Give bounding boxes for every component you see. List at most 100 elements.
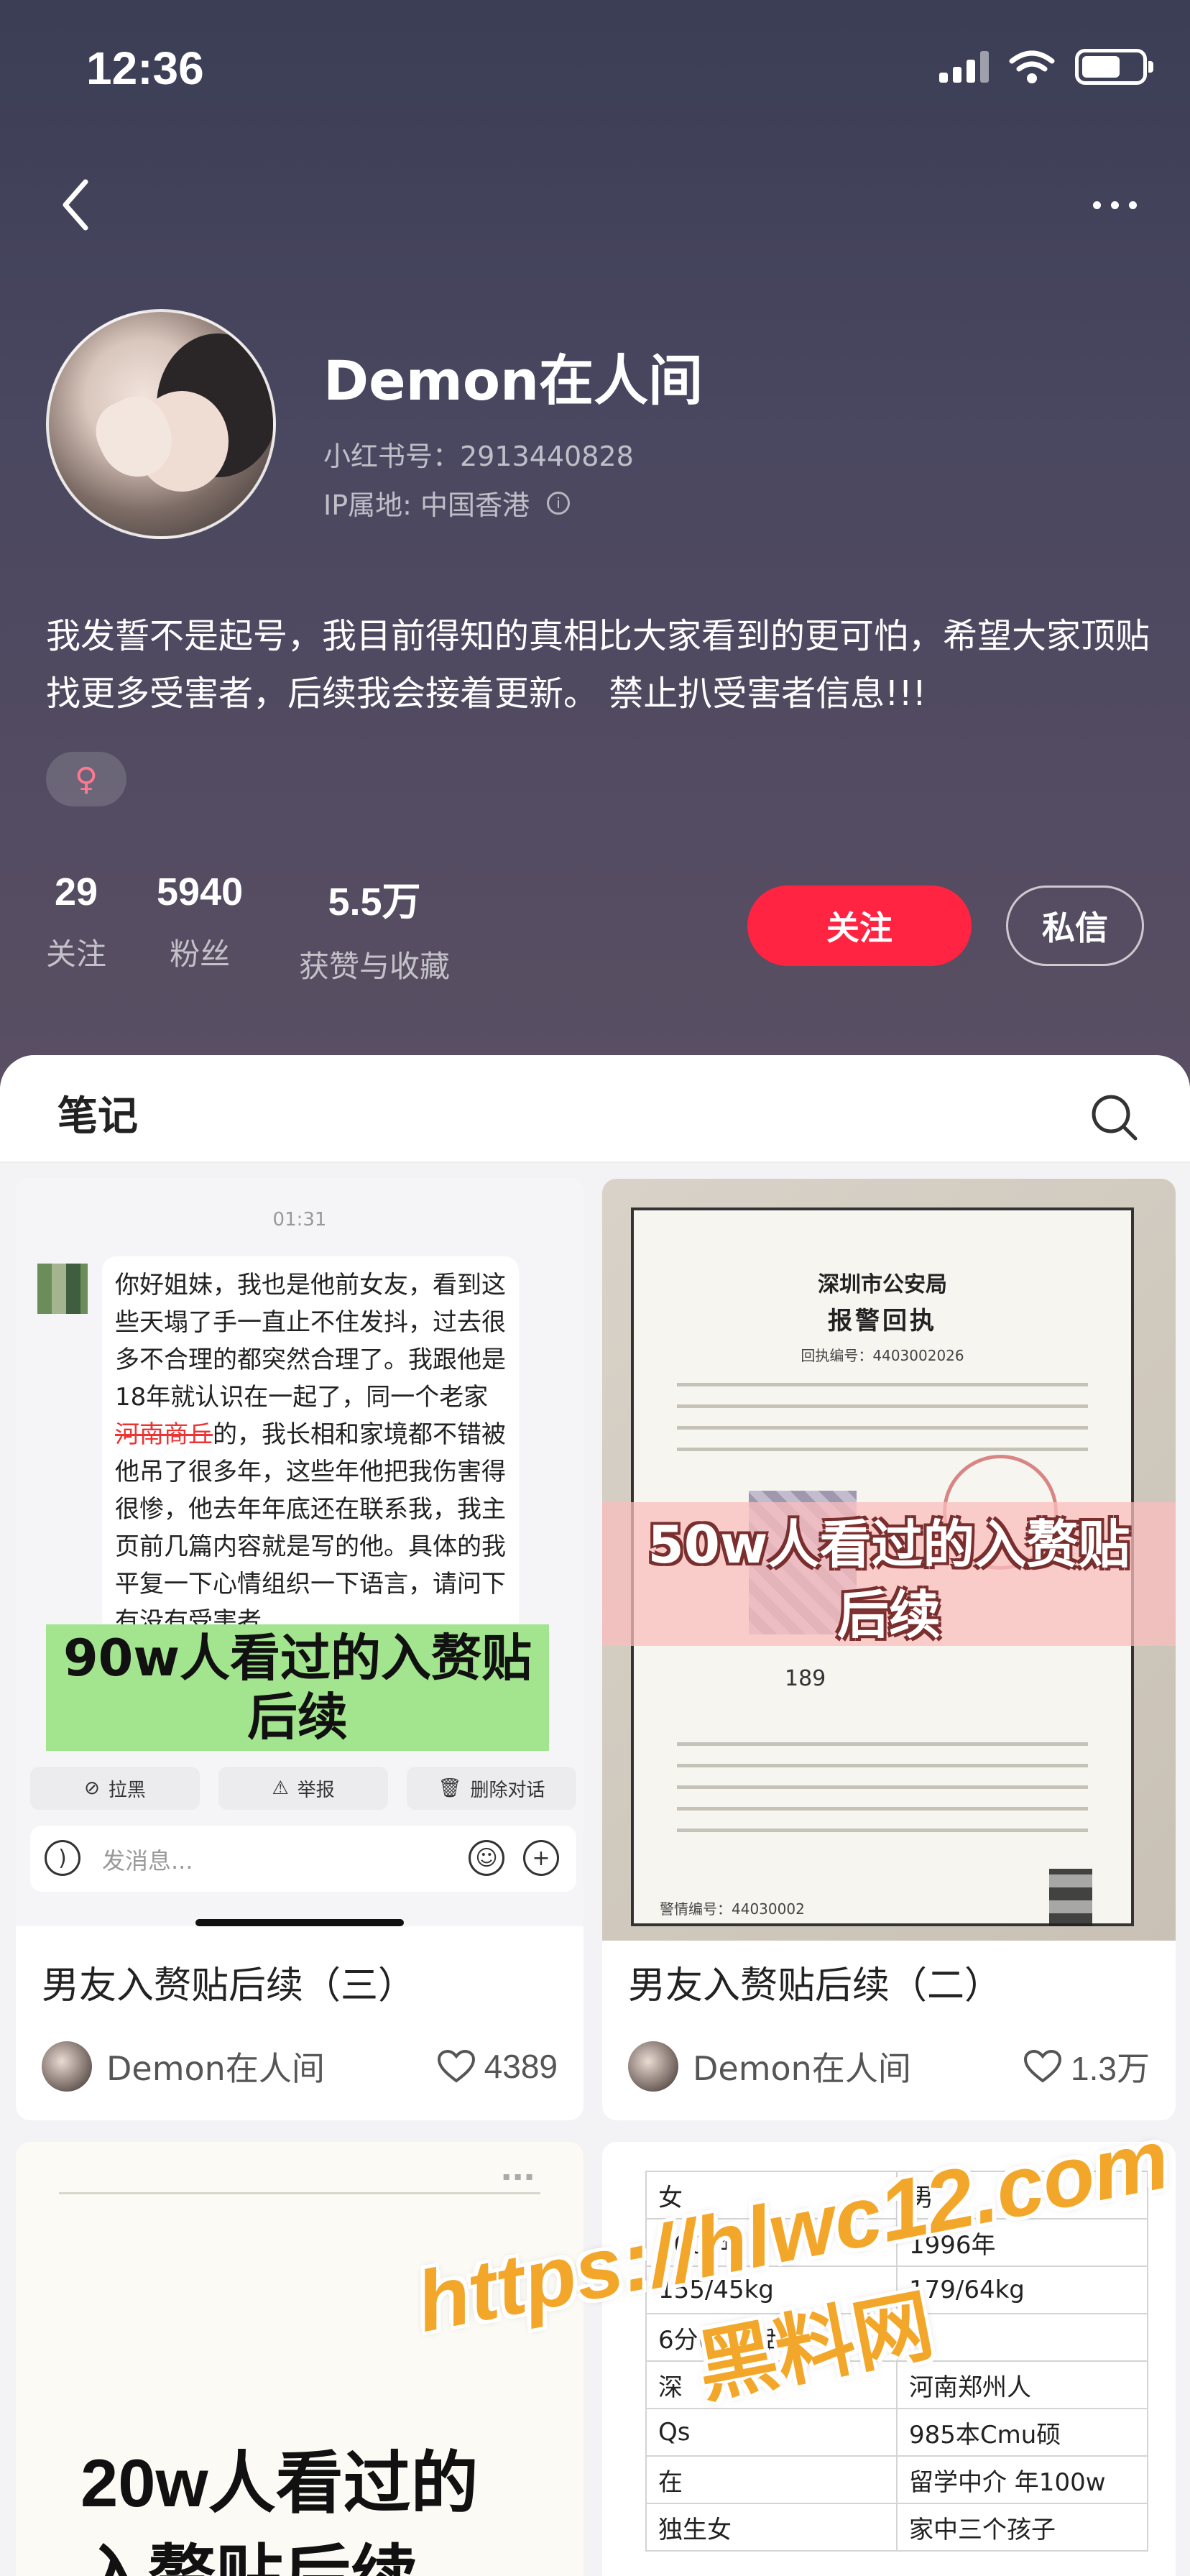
trash-icon: 🗑 [438,1777,462,1799]
stat-following-value: 29 [54,870,98,914]
emoji-icon: ☺ [469,1840,504,1876]
cover-banner-line1: 90w人看过的入赘贴 [63,1629,532,1688]
wifi-icon [1009,50,1055,83]
ip-location-text: IP属地: 中国香港 [323,489,530,521]
note-title: 男友入赘贴后续（二） [628,1964,1002,2007]
table-cell: 2002年 [645,2218,898,2267]
report-action: ⚠ 举报 [218,1767,388,1810]
search-icon[interactable] [1088,1091,1140,1143]
heart-icon [437,2049,475,2083]
mosaic-blur [1049,1869,1092,1926]
chat-time: 01:31 [272,1209,327,1230]
note-cover-image: 01:31 你好姐妹，我也是他前女友，看到这些天塌了手一直止不住发抖，过去很多不… [16,1179,584,1926]
notes-panel: 笔记 01:31 你好姐妹，我也是他前女友，看到这些天塌了手一直止不住发抖，过去… [0,1055,1190,2576]
chat-bubble: 你好姐妹，我也是他前女友，看到这些天塌了手一直止不住发抖，过去很多不合理的都突然… [102,1256,519,1650]
table-cell: 河南郑州人 [896,2360,1148,2409]
stat-followers-label: 粉丝 [170,937,231,972]
voice-icon: ) [45,1840,80,1876]
note-title: 男友入赘贴后续（三） [42,1964,416,2007]
author-avatar [628,2041,678,2092]
cover-text-line1: 20w人看过的 [80,2445,479,2521]
table-row: 女男 [645,2171,1148,2220]
note-card[interactable]: 女男 2002年 1996年 155/45kg 179/64kg 6分(小县)甜 深… [602,2142,1176,2576]
home-indicator [195,1919,404,1926]
note-cover-image: 女男 2002年 1996年 155/45kg 179/64kg 6分(小县)甜 深… [602,2142,1176,2576]
table-cell: 独生女 [645,2503,898,2552]
table-cell: 留学中介 年100w [896,2455,1148,2504]
table-cell: 在 [645,2455,898,2504]
note-author: Demon在人间 [106,2049,325,2088]
tab-notes[interactable]: 笔记 [57,1084,138,1142]
doc-organization: 深圳市公安局 [818,1272,947,1297]
block-action: ⊘ 拉黑 [30,1767,200,1810]
notes-tabbar: 笔记 [0,1055,1190,1163]
table-cell [896,2313,1148,2362]
profile-bio: 我发誓不是起号，我目前得知的真相比大家看到的更可怕，希望大家顶贴找更多受害者，后… [46,616,1150,714]
note-meta: Demon在人间 4389 [42,2041,558,2092]
chevron-left-icon [63,179,88,231]
table-cell: 1996年 [896,2218,1148,2267]
cover-banner-line2: 后续 [836,1585,941,1645]
chat-message-tail: 的，我长相和家境都不错被他吊了很多年，这些年他把我伤害得很惨，他去年年底还在联系… [115,1420,506,1636]
profile-id[interactable]: 小红书号：2913440828 [323,434,634,474]
more-dots-icon [1092,201,1101,209]
cover-text: 20w人看过的 入赘贴后续 [80,2437,479,2576]
table-cell: 深 [645,2360,898,2409]
cover-toolbar-hint: ▪ ▪ ▪ [502,2169,533,2183]
chat-input-bar: ) 发消息... ☺ + [30,1826,576,1892]
note-card[interactable]: 深圳市公安局 报警回执 回执编号：4403002026 50w人看过的入赘贴 后… [602,1179,1176,2120]
like-button[interactable]: 1.3万 [1023,2043,1150,2090]
table-row: 155/45kg 179/64kg [645,2266,1148,2314]
warning-icon: ⚠ [272,1777,289,1799]
cover-banner-line2: 后续 [247,1688,348,1747]
table-cell: 女 [645,2171,898,2220]
profile-ip-location: IP属地: 中国香港 i [323,483,571,523]
chat-avatar [37,1264,88,1314]
stat-likes-value: 5.5万 [328,880,421,924]
stat-following-label: 关注 [46,937,107,972]
table-cell: 155/45kg [645,2266,898,2314]
chat-message: 你好姐妹，我也是他前女友，看到这些天塌了手一直止不住发抖，过去很多不合理的都突然… [115,1271,506,1412]
stat-following[interactable]: 29 关注 [46,870,106,974]
like-count: 4389 [484,2048,558,2085]
chat-input-placeholder: 发消息... [102,1847,193,1874]
stat-likes-label: 获赞与收藏 [299,949,451,984]
info-icon[interactable]: i [547,491,571,515]
cover-text-line2: 入赘贴后续 [80,2530,479,2576]
stat-likes-collections[interactable]: 5.5万 获赞与收藏 [299,870,450,986]
delete-label: 删除对话 [470,1779,545,1801]
more-options-button[interactable] [1075,172,1154,237]
like-button[interactable]: 4389 [437,2047,558,2086]
table-cell: Qs [645,2408,898,2457]
note-author: Demon在人间 [693,2049,911,2088]
back-button[interactable] [43,172,108,237]
table-cell: 家中三个孩子 [896,2503,1148,2552]
doc-partial-number: 189 [785,1666,826,1691]
doc-number: 回执编号：4403002026 [801,1347,964,1364]
follow-button[interactable]: 关注 [747,886,972,966]
table-row: 深河南郑州人 [645,2360,1148,2409]
cover-banner: 90w人看过的入赘贴 后续 [46,1624,549,1751]
note-cover-image: ▪ ▪ ▪ 20w人看过的 入赘贴后续 [16,2142,584,2576]
profile-avatar[interactable] [46,309,276,539]
like-count: 1.3万 [1071,2050,1150,2087]
status-bar: 12:36 [0,0,1190,137]
note-card[interactable]: 01:31 你好姐妹，我也是他前女友，看到这些天塌了手一直止不住发抖，过去很多不… [16,1179,584,2120]
top-navigation [0,165,1190,244]
table-row: 6分(小县)甜 [645,2313,1148,2362]
note-card[interactable]: ▪ ▪ ▪ 20w人看过的 入赘贴后续 [16,2142,584,2576]
stat-followers[interactable]: 5940 粉丝 [157,870,243,974]
message-button[interactable]: 私信 [1006,886,1144,966]
table-cell: 179/64kg [896,2266,1148,2314]
cover-banner-text: 50w人看过的入赘贴 后续 [602,1509,1176,1650]
block-label: 拉黑 [108,1779,146,1801]
chat-message-struck: 河南商丘 [115,1420,213,1449]
cover-banner-line1: 50w人看过的入赘贴 [647,1514,1130,1575]
report-label: 举报 [297,1779,335,1801]
table-cell: 男 [896,2171,1148,2220]
chat-actions: ⊘ 拉黑 ⚠ 举报 🗑 删除对话 [30,1767,576,1817]
doc-title: 报警回执 [828,1307,937,1335]
table-cell: 985本Cmu硕 [896,2408,1148,2457]
table-row: Qs 985本Cmu硕 [645,2408,1148,2457]
block-icon: ⊘ [84,1777,100,1799]
